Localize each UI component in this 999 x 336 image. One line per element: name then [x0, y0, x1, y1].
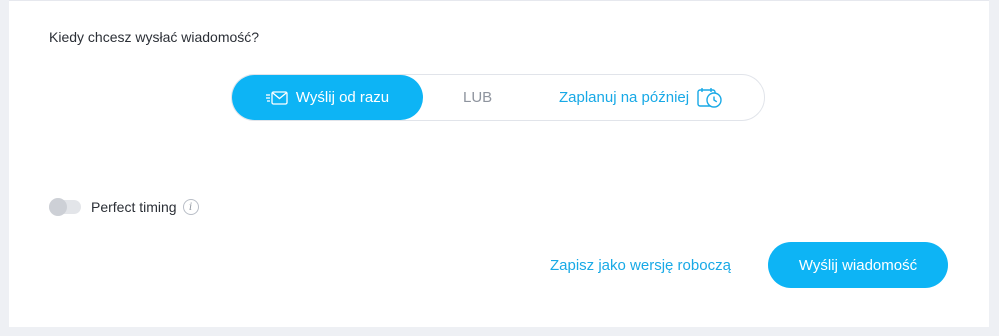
send-time-selector: Wyślij od razu LUB Zaplanuj na później [231, 74, 765, 121]
perfect-timing-label: Perfect timing [91, 199, 177, 215]
schedule-later-label: Zaplanuj na później [559, 89, 690, 106]
or-separator: LUB [463, 89, 493, 106]
schedule-later-option[interactable]: Zaplanuj na później [559, 75, 723, 120]
calendar-clock-icon [697, 87, 723, 109]
save-draft-link[interactable]: Zapisz jako wersję roboczą [550, 257, 731, 274]
perfect-timing-row: Perfect timing i [49, 197, 199, 217]
info-icon[interactable]: i [182, 199, 199, 215]
perfect-timing-toggle[interactable] [49, 198, 81, 216]
send-time-question: Kiedy chcesz wysłać wiadomość? [49, 29, 260, 45]
envelope-icon [265, 90, 288, 105]
send-now-option[interactable]: Wyślij od razu [232, 75, 423, 120]
toggle-knob [49, 198, 67, 216]
send-now-label: Wyślij od razu [295, 89, 390, 106]
send-options-panel: Kiedy chcesz wysłać wiadomość? Wyślij od… [9, 0, 989, 327]
send-message-button[interactable]: Wyślij wiadomość [768, 242, 948, 288]
